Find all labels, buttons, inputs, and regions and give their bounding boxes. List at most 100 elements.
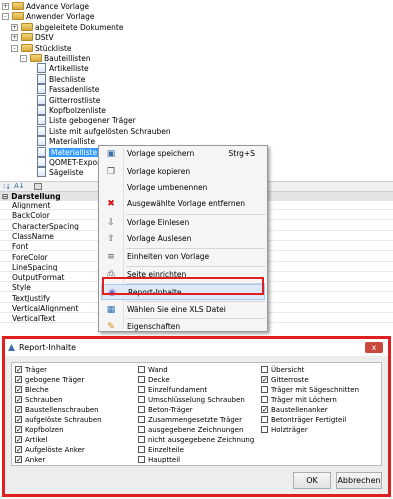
unchecked-checkbox[interactable] <box>138 415 145 423</box>
content-option[interactable]: ✓ aufgelöste Schrauben <box>15 415 102 425</box>
unchecked-checkbox[interactable] <box>138 445 145 453</box>
content-option[interactable]: ✓ Gitterroste <box>261 375 309 385</box>
tree-item[interactable]: Artikelliste <box>37 63 89 74</box>
content-option[interactable]: ✓ Baustellenanker <box>261 405 328 415</box>
unchecked-checkbox[interactable] <box>261 425 268 433</box>
tree-item[interactable]: Materialliste <box>37 136 95 147</box>
content-option[interactable]: ✓ Anker <box>15 455 45 465</box>
tree-item[interactable]: Sägeliste <box>37 167 83 178</box>
content-option[interactable]: ✓ Schrauben <box>15 395 63 405</box>
content-option[interactable]: Zusammengesetzte Träger <box>138 415 242 425</box>
menu-item[interactable]: ✖ Ausgewählte Vorlage entfernen <box>101 196 265 212</box>
menu-item[interactable]: ✎ Eigenschaften <box>101 319 265 335</box>
unchecked-checkbox[interactable] <box>138 375 145 383</box>
menu-item[interactable]: ▣ Vorlage speichern Strg+S <box>101 146 265 162</box>
dialog-title-bar: Report-Inhalte x <box>5 339 388 356</box>
content-option-label: Einzelteile <box>148 446 184 454</box>
unchecked-checkbox[interactable] <box>138 425 145 433</box>
tree-item-label: Liste gebogener Träger <box>49 116 136 126</box>
content-option[interactable]: Beton-Träger <box>138 405 193 415</box>
content-option[interactable]: Holzträger <box>261 425 308 435</box>
checked-checkbox[interactable]: ✓ <box>15 455 22 463</box>
checked-checkbox[interactable]: ✓ <box>261 375 268 383</box>
tree-item-label: Gitterrostliste <box>49 95 101 105</box>
collapse-icon[interactable]: - <box>20 55 27 62</box>
expand-icon[interactable]: + <box>11 34 18 42</box>
menu-item-label: Einheiten von Vorlage <box>127 252 210 261</box>
content-option[interactable]: Decke <box>138 375 170 385</box>
content-option[interactable]: Einzelteile <box>138 445 184 455</box>
content-option[interactable]: Einzelfundament <box>138 385 207 395</box>
menu-item[interactable]: ▦ Wählen Sie eine XLS Datei <box>101 302 265 318</box>
content-option[interactable]: ✓ Aufgelöste Anker <box>15 445 85 455</box>
content-option-label: Betonträger Fertigteil <box>271 416 347 424</box>
close-button[interactable]: x <box>365 342 383 353</box>
sort-alpha-icon[interactable]: A↓ <box>14 182 25 190</box>
tree-item[interactable]: Blechliste <box>37 73 85 85</box>
collapse-icon[interactable]: - <box>2 13 9 21</box>
tree-item[interactable]: Gitterrostliste <box>37 94 101 106</box>
tree-item[interactable]: DStV <box>21 32 54 43</box>
content-option[interactable]: nicht ausgegebene Zeichnung <box>138 435 254 445</box>
collapse-icon[interactable]: ⊟ <box>2 192 8 201</box>
checked-checkbox[interactable]: ✓ <box>15 425 22 433</box>
tree-item[interactable]: Anwender Vorlage <box>12 11 95 22</box>
content-option[interactable]: Wand <box>138 365 168 375</box>
tree-item[interactable]: Kopfbolzenliste <box>37 105 106 116</box>
folder-icon <box>21 22 33 31</box>
tree-item[interactable]: Liste gebogener Träger <box>37 115 136 126</box>
cancel-button[interactable]: Abbrechen <box>336 472 382 489</box>
tree-item[interactable]: Bauteillisten <box>30 53 91 64</box>
unchecked-checkbox[interactable] <box>138 435 145 443</box>
tree-item[interactable]: Liste mit aufgelösten Schrauben <box>37 125 171 137</box>
unchecked-checkbox[interactable] <box>261 365 268 373</box>
unchecked-checkbox[interactable] <box>138 455 145 463</box>
content-option-label: Artikel <box>25 436 48 444</box>
content-option[interactable]: Betonträger Fertigteil <box>261 415 347 425</box>
menu-item[interactable]: ≡ Einheiten von Vorlage <box>101 249 265 265</box>
content-option[interactable]: ✓ Artikel <box>15 435 48 445</box>
tree-item[interactable]: abgeleitete Dokumente <box>21 22 123 33</box>
unchecked-checkbox[interactable] <box>138 405 145 413</box>
menu-item[interactable]: ⇧ Vorlage Auslesen <box>101 231 265 247</box>
expand-icon[interactable]: + <box>2 3 9 10</box>
collapse-icon[interactable]: - <box>11 44 18 52</box>
checked-checkbox[interactable]: ✓ <box>15 405 22 413</box>
checked-checkbox[interactable]: ✓ <box>15 435 22 443</box>
checked-checkbox[interactable]: ✓ <box>15 385 22 393</box>
unchecked-checkbox[interactable] <box>138 385 145 393</box>
content-option[interactable]: Übersicht <box>261 365 304 375</box>
checked-checkbox[interactable]: ✓ <box>261 405 268 413</box>
property-pages-icon[interactable] <box>34 183 42 190</box>
content-option-label: Träger mit Sägeschnitten <box>271 386 360 394</box>
unchecked-checkbox[interactable] <box>261 395 268 403</box>
unchecked-checkbox[interactable] <box>261 415 268 423</box>
expand-icon[interactable]: + <box>11 23 18 31</box>
sort-categorized-icon[interactable]: ⁝↓ <box>3 183 11 191</box>
content-option[interactable]: ✓ Baustellenschrauben <box>15 405 99 415</box>
checked-checkbox[interactable]: ✓ <box>15 445 22 453</box>
checked-checkbox[interactable]: ✓ <box>15 375 22 383</box>
content-option[interactable]: Hauptteil <box>138 455 180 465</box>
unchecked-checkbox[interactable] <box>138 395 145 403</box>
tree-item[interactable]: Fassadenliste <box>37 84 99 95</box>
content-option[interactable]: Träger mit Löchern <box>261 395 337 405</box>
checked-checkbox[interactable]: ✓ <box>15 365 22 373</box>
checked-checkbox[interactable]: ✓ <box>15 395 22 403</box>
menu-item[interactable]: Vorlage umbenennen <box>101 180 265 196</box>
content-option[interactable]: ✓ Träger <box>15 365 47 375</box>
tree-item[interactable]: Stückliste <box>21 43 72 54</box>
unchecked-checkbox[interactable] <box>138 365 145 373</box>
content-option[interactable]: ✓ Bleche <box>15 385 49 395</box>
unchecked-checkbox[interactable] <box>261 385 268 393</box>
tree-item[interactable]: Advance Vorlage <box>12 1 89 12</box>
content-option[interactable]: Träger mit Sägeschnitten <box>261 385 360 395</box>
content-option[interactable]: Umschlüsselung Schrauben <box>138 395 245 405</box>
content-option[interactable]: ✓ gebogene Träger <box>15 375 84 385</box>
checked-checkbox[interactable]: ✓ <box>15 415 22 423</box>
content-option[interactable]: ✓ Kopfbolzen <box>15 425 64 435</box>
ok-button[interactable]: OK <box>293 472 331 489</box>
content-option[interactable]: ausgegebene Zeichnungen <box>138 425 243 435</box>
menu-item[interactable]: ❐ Vorlage kopieren <box>101 164 265 180</box>
menu-item[interactable]: ⇩ Vorlage Einlesen <box>101 215 265 231</box>
